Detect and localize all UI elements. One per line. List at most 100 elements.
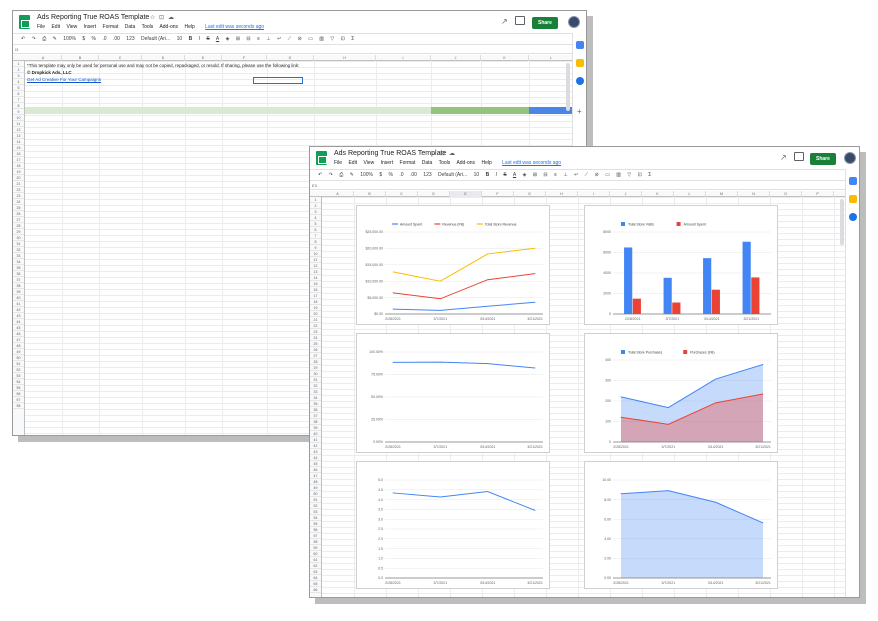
activity-trend-icon[interactable]: ↗ bbox=[780, 153, 787, 162]
avatar[interactable] bbox=[844, 152, 856, 164]
last-edit-link[interactable]: Last edit was seconds ago bbox=[205, 24, 264, 30]
currency-format-button[interactable]: $ bbox=[379, 172, 382, 178]
chart-facebook-spend-vs-revenue[interactable]: Amount Spent Revenue (FB) Total Store Reve… bbox=[356, 205, 550, 325]
insert-chart-icon[interactable]: ▥ bbox=[319, 36, 324, 42]
link-icon[interactable]: ⊘ bbox=[298, 36, 302, 42]
move-folder-icon[interactable]: ⊡ bbox=[440, 150, 445, 157]
print-icon[interactable]: ⎙ bbox=[42, 36, 46, 42]
menu-tools[interactable]: Tools bbox=[142, 24, 154, 30]
document-title[interactable]: Ads Reporting True ROAS Template bbox=[37, 14, 149, 21]
zoom-select[interactable]: 100% bbox=[63, 36, 76, 42]
menu-file[interactable]: File bbox=[37, 24, 45, 30]
more-formats-select[interactable]: 123 bbox=[126, 36, 134, 42]
font-select[interactable]: Default (Ari... bbox=[141, 36, 170, 42]
text-color-icon[interactable]: A bbox=[216, 36, 219, 42]
menu-data[interactable]: Data bbox=[422, 160, 433, 166]
tasks-icon[interactable] bbox=[849, 213, 857, 221]
paint-format-icon[interactable]: ✎ bbox=[53, 36, 57, 42]
align-icon[interactable]: ≡ bbox=[257, 36, 260, 42]
document-title[interactable]: Ads Reporting True ROAS Template bbox=[334, 150, 446, 157]
table-header-cell[interactable] bbox=[185, 107, 222, 114]
functions-icon[interactable]: Σ bbox=[648, 172, 651, 178]
undo-icon[interactable]: ↶ bbox=[318, 172, 322, 178]
menu-view[interactable]: View bbox=[66, 24, 77, 30]
views-icon[interactable]: ⊡ bbox=[341, 36, 345, 42]
table-header-cell[interactable] bbox=[376, 107, 431, 114]
menu-edit[interactable]: Edit bbox=[51, 24, 60, 30]
table-header-cell[interactable] bbox=[25, 107, 62, 114]
borders-icon[interactable]: ⊞ bbox=[533, 172, 537, 178]
font-size-select[interactable]: 10 bbox=[177, 36, 183, 42]
menu-addons[interactable]: Add-ons bbox=[159, 24, 178, 30]
increase-decimal-button[interactable]: .00 bbox=[113, 36, 120, 42]
italic-icon[interactable]: I bbox=[496, 172, 497, 178]
link-icon[interactable]: ⊘ bbox=[595, 172, 599, 178]
menu-format[interactable]: Format bbox=[103, 24, 119, 30]
vertical-scrollbar[interactable] bbox=[840, 199, 844, 245]
valign-icon[interactable]: ⊥ bbox=[266, 36, 270, 42]
table-header-cell[interactable] bbox=[314, 107, 376, 114]
percent-format-button[interactable]: % bbox=[389, 172, 393, 178]
creative-link[interactable]: Get Ad Creative For Your Campaigns bbox=[27, 77, 101, 82]
menu-format[interactable]: Format bbox=[400, 160, 416, 166]
menu-help[interactable]: Help bbox=[481, 160, 491, 166]
keep-icon[interactable] bbox=[849, 195, 857, 203]
increase-decimal-button[interactable]: .00 bbox=[410, 172, 417, 178]
star-icon[interactable]: ☆ bbox=[431, 150, 436, 157]
star-icon[interactable]: ☆ bbox=[150, 14, 155, 21]
menu-insert[interactable]: Insert bbox=[84, 24, 97, 30]
merge-icon[interactable]: ⊟ bbox=[246, 36, 250, 42]
chart-total-purchases-facebook-purchases[interactable]: Total Store Purchases Purchases (FB) 0 100 2… bbox=[584, 333, 778, 453]
table-header-cell[interactable] bbox=[267, 107, 314, 114]
keep-icon[interactable] bbox=[576, 59, 584, 67]
paint-format-icon[interactable]: ✎ bbox=[350, 172, 354, 178]
insert-comment-icon[interactable]: ▭ bbox=[308, 36, 313, 42]
zoom-select[interactable]: 100% bbox=[360, 172, 373, 178]
formula-bar[interactable]: I3 bbox=[13, 45, 586, 54]
decrease-decimal-button[interactable]: .0 bbox=[102, 36, 106, 42]
rotate-icon[interactable]: ⟋ bbox=[288, 36, 292, 42]
more-formats-select[interactable]: 123 bbox=[423, 172, 431, 178]
redo-icon[interactable]: ↷ bbox=[329, 172, 333, 178]
table-header-cell[interactable] bbox=[62, 107, 99, 114]
decrease-decimal-button[interactable]: .0 bbox=[399, 172, 403, 178]
strikethrough-icon[interactable]: S bbox=[503, 172, 506, 178]
align-icon[interactable]: ≡ bbox=[554, 172, 557, 178]
activity-trend-icon[interactable]: ↗ bbox=[501, 17, 508, 26]
currency-format-button[interactable]: $ bbox=[82, 36, 85, 42]
name-box[interactable]: I3 bbox=[15, 47, 18, 52]
tasks-icon[interactable] bbox=[576, 77, 584, 85]
wrap-icon[interactable]: ↵ bbox=[574, 172, 578, 178]
sheets-logo-icon[interactable] bbox=[316, 151, 327, 165]
table-header-cell[interactable] bbox=[142, 107, 185, 114]
table-header-cell[interactable] bbox=[222, 107, 267, 114]
chart-true-roas[interactable]: 0.00 2.00 4.00 6.00 8.00 10.00 2/28/2021 3/7/20… bbox=[584, 461, 778, 589]
bold-icon[interactable]: B bbox=[189, 36, 193, 42]
add-addon-icon[interactable]: + bbox=[577, 107, 582, 116]
undo-icon[interactable]: ↶ bbox=[21, 36, 25, 42]
calendar-icon[interactable] bbox=[576, 41, 584, 49]
fill-color-icon[interactable]: ◈ bbox=[226, 36, 230, 42]
font-select[interactable]: Default (Ari... bbox=[438, 172, 467, 178]
rotate-icon[interactable]: ⟋ bbox=[585, 172, 589, 178]
menu-help[interactable]: Help bbox=[184, 24, 194, 30]
menu-insert[interactable]: Insert bbox=[381, 160, 394, 166]
share-button[interactable]: Share bbox=[532, 17, 558, 29]
valign-icon[interactable]: ⊥ bbox=[563, 172, 567, 178]
vertical-scrollbar[interactable] bbox=[566, 63, 570, 111]
insert-chart-icon[interactable]: ▥ bbox=[616, 172, 621, 178]
row-header[interactable]: 66 bbox=[310, 587, 321, 593]
bold-icon[interactable]: B bbox=[486, 172, 490, 178]
text-color-icon[interactable]: A bbox=[513, 172, 516, 178]
print-icon[interactable]: ⎙ bbox=[339, 172, 343, 178]
filter-icon[interactable]: ▽ bbox=[330, 36, 334, 42]
percent-format-button[interactable]: % bbox=[92, 36, 96, 42]
italic-icon[interactable]: I bbox=[199, 36, 200, 42]
chart-facebook-reported-roas[interactable]: 0.0 0.5 1.0 1.5 2.0 2.5 3.0 3.5 4.0 4.5 5.0 2/28/20… bbox=[356, 461, 550, 589]
selected-cell[interactable] bbox=[253, 77, 303, 84]
chart-ad-profit-margin[interactable]: 0.00% 25.00% 50.00% 75.00% 100.00% 2/28/2021 3… bbox=[356, 333, 550, 453]
comment-icon[interactable] bbox=[794, 152, 804, 161]
functions-icon[interactable]: Σ bbox=[351, 36, 354, 42]
sheets-logo-icon[interactable] bbox=[19, 15, 30, 29]
insert-comment-icon[interactable]: ▭ bbox=[605, 172, 610, 178]
